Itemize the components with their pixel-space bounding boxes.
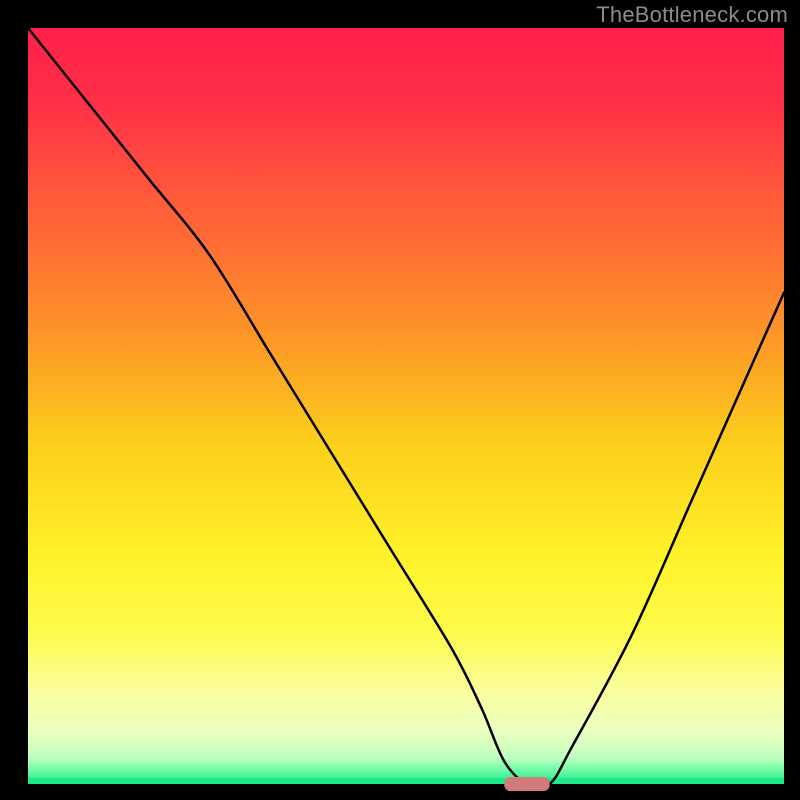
chart-container: TheBottleneck.com [0, 0, 800, 800]
baseline-strip [28, 778, 784, 784]
optimal-marker [504, 777, 549, 791]
watermark-text: TheBottleneck.com [596, 2, 788, 28]
bottleneck-chart [0, 0, 800, 800]
plot-background [28, 28, 784, 784]
